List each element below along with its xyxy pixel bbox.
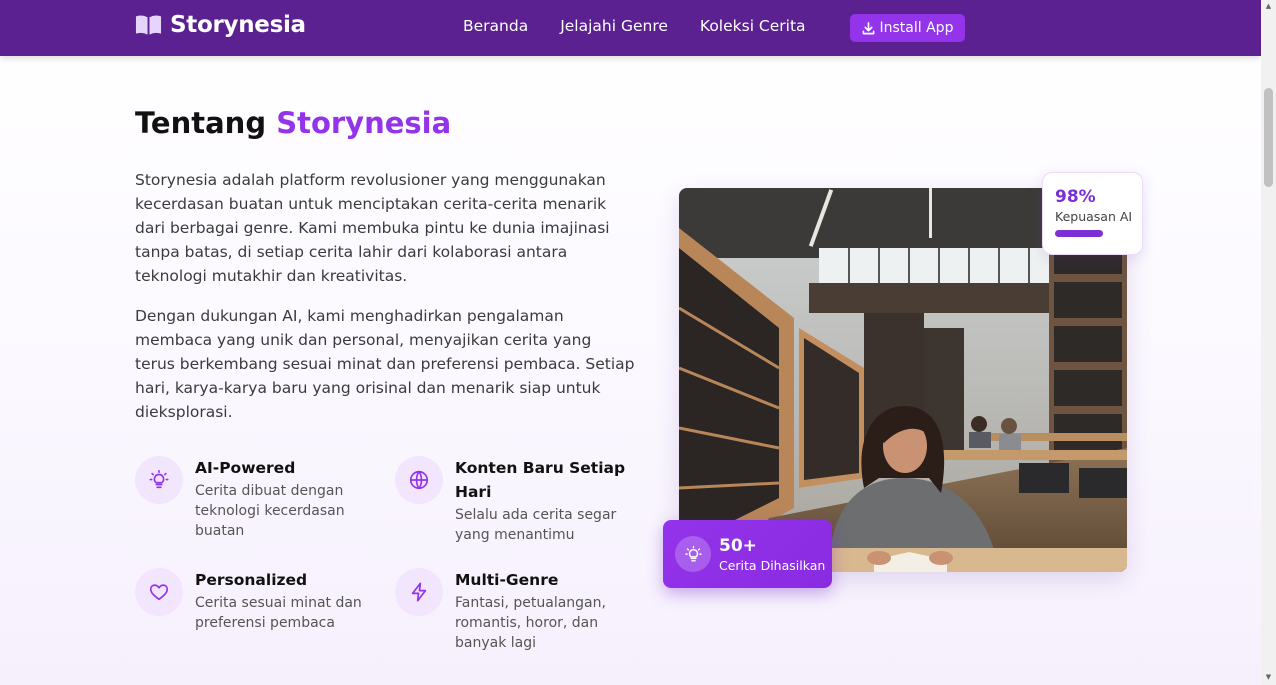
lightbulb-icon (675, 536, 711, 572)
stories-generated-badge: 50+ Cerita Dihasilkan (663, 520, 832, 588)
nav-link-beranda[interactable]: Beranda (463, 17, 528, 35)
feature-ai-powered: AI-Powered Cerita dibuat dengan teknolog… (135, 456, 375, 541)
brand-logo[interactable]: Storynesia (135, 12, 306, 38)
feature-personalized: Personalized Cerita sesuai minat dan pre… (135, 568, 375, 633)
feature-description: Selalu ada cerita segar yang menantimu (455, 507, 617, 543)
nav-links: Beranda Jelajahi Genre Koleksi Cerita (463, 17, 838, 35)
bolt-icon (395, 568, 443, 616)
feature-title: Personalized (195, 571, 308, 589)
satisfaction-progress-bar (1055, 230, 1103, 237)
nav-link-jelajahi-genre[interactable]: Jelajahi Genre (560, 17, 668, 35)
feature-konten-baru: Konten Baru Setiap Hari Selalu ada cerit… (395, 456, 635, 545)
feature-title: Konten Baru Setiap Hari (455, 459, 626, 501)
lightbulb-icon (135, 456, 183, 504)
satisfaction-value: 98% (1055, 187, 1096, 207)
about-heading-plain: Tentang (135, 106, 267, 140)
feature-multi-genre: Multi-Genre Fantasi, petualangan, romant… (395, 568, 635, 653)
globe-icon (395, 456, 443, 504)
feature-title: Multi-Genre (455, 571, 559, 589)
feature-description: Fantasi, petualangan, romantis, horor, d… (455, 595, 606, 651)
stories-value: 50+ (719, 535, 757, 556)
book-open-icon (135, 15, 162, 35)
nav-link-koleksi-cerita[interactable]: Koleksi Cerita (700, 17, 806, 35)
heart-icon (135, 568, 183, 616)
install-app-button[interactable]: Install App (850, 14, 965, 42)
about-heading-accent: Storynesia (276, 106, 452, 140)
feature-description: Cerita dibuat dengan teknologi kecerdasa… (195, 483, 345, 539)
stories-label: Cerita Dihasilkan (719, 557, 826, 573)
satisfaction-badge: 98% Kepuasan AI (1042, 172, 1143, 255)
download-icon (862, 21, 874, 34)
about-paragraph-1: Storynesia adalah platform revolusioner … (135, 171, 610, 285)
top-navbar: Storynesia Beranda Jelajahi Genre Koleks… (0, 0, 1261, 56)
install-app-label: Install App (879, 20, 954, 36)
feature-title: AI-Powered (195, 459, 296, 477)
satisfaction-label: Kepuasan AI (1055, 209, 1133, 224)
feature-description: Cerita sesuai minat dan preferensi pemba… (195, 595, 362, 631)
about-heading: Tentang Storynesia (135, 106, 451, 140)
scrollbar-thumb[interactable] (1264, 88, 1273, 187)
about-paragraph-2: Dengan dukungan AI, kami menghadirkan pe… (135, 307, 635, 421)
scroll-up-arrow-icon[interactable]: ▲ (1264, 2, 1273, 11)
scroll-down-arrow-icon[interactable]: ▼ (1264, 673, 1273, 682)
brand-name: Storynesia (170, 12, 306, 38)
